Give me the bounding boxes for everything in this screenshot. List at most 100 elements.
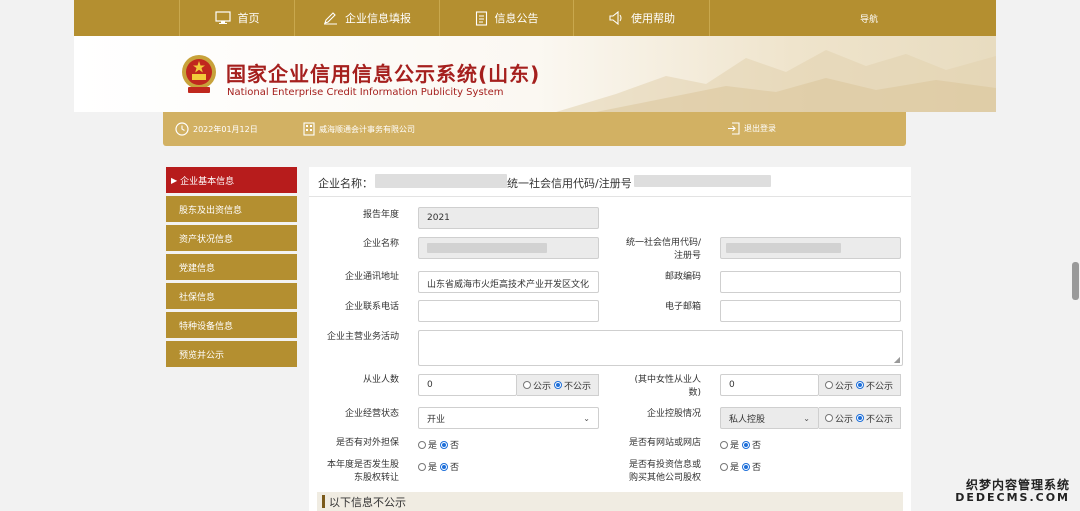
female-employees-label: (其中女性从业人 数) [609,374,701,400]
yes-radio[interactable] [418,440,426,449]
logout-icon [728,122,740,135]
yes-radio[interactable] [720,462,728,471]
not-public-radio[interactable] [554,381,563,389]
yes-radio[interactable] [720,440,728,449]
top-nav: 首页 企业信息填报 信息公告 使用帮助 导航 [74,0,996,36]
nav-announcement-label: 信息公告 [494,12,539,25]
yes-radio-label: 是 [428,441,438,451]
sidebar-item-label: 预览并公示 [179,350,225,361]
female-employees-input[interactable]: 0 [720,374,819,396]
logout-link[interactable]: 退出登录 [727,122,776,135]
public-radio[interactable] [523,381,531,389]
nav-help[interactable]: 使用帮助 [574,0,710,36]
postcode-input[interactable] [720,271,901,293]
sidebar-item-basic-info[interactable]: ▶ 企业基本信息 [166,167,297,193]
nav-home-label: 首页 [237,12,260,25]
user-info-bar: 2022年01月12日 威海顺通会计事务有限公司 退出登录 [163,112,906,146]
public-radio-label: 公示 [533,381,552,392]
not-public-radio[interactable] [856,381,865,389]
no-radio[interactable] [742,440,751,449]
no-radio[interactable] [440,462,449,471]
redacted-credit-code [634,175,771,187]
monitor-icon [214,11,231,24]
section-not-public: 以下信息不公示 [317,492,903,511]
sidebar-item-social-security[interactable]: 社保信息 [166,283,297,309]
no-radio[interactable] [440,440,449,449]
sidebar-item-preview-publish[interactable]: 预览并公示 [166,341,297,367]
resize-grip-icon[interactable]: ◢ [894,355,900,364]
yes-radio[interactable] [418,462,426,471]
not-public-radio[interactable] [856,414,865,422]
business-textarea[interactable]: ◢ [418,330,903,366]
company-name-heading: 企业名称： [318,177,373,190]
company-header: 企业名称： 统一社会信用代码/注册号 [309,167,911,197]
equity-transfer-label-line2: 东股权转让 [353,473,399,483]
website-radios: 是 否 [720,438,763,451]
status-select[interactable]: 开业 ⌄ [418,407,599,429]
speaker-icon [609,11,622,25]
sidebar-item-assets[interactable]: 资产状况信息 [166,225,297,251]
document-icon [475,10,487,26]
credit-code-heading: 统一社会信用代码/注册号 [507,177,632,190]
nav-guide[interactable]: 导航 [710,0,996,36]
public-radio-label: 公示 [835,381,854,392]
yes-radio-label: 是 [730,463,740,473]
chevron-down-icon: ⌄ [803,413,810,423]
page-scrollbar[interactable] [1072,262,1079,300]
email-input[interactable] [720,300,901,322]
not-public-radio-label: 不公示 [564,381,592,392]
national-emblem-logo [182,55,216,93]
credit-code-field [720,237,901,259]
sidebar-menu: ▶ 企业基本信息 股东及出资信息 资产状况信息 党建信息 社保信息 特种设备信息 … [166,167,297,370]
sidebar-item-label: 股东及出资信息 [179,205,243,216]
report-year-label: 报告年度 [362,210,399,220]
nav-enterprise-report[interactable]: 企业信息填报 [295,0,440,36]
investment-label-line2: 购买其他公司股权 [628,473,701,483]
investment-radios: 是 否 [720,460,763,473]
company-display: 威海顺通会计事务有限公司 [303,122,415,136]
credit-code-label: 统一社会信用代码/注册号 [609,237,701,263]
pen-icon [324,12,337,25]
holding-select[interactable]: 私人控股 ⌄ [720,407,819,429]
nav-guide-label: 导航 [859,14,878,25]
yes-radio-label: 是 [428,463,438,473]
female-employees-label-line1: (其中女性从业人 [634,375,701,385]
public-radio[interactable] [825,381,833,389]
public-radio-label: 公示 [835,414,854,425]
main-form-panel: 企业名称： 统一社会信用代码/注册号 报告年度 2021 企业名称 统一社会信用… [309,167,911,511]
nav-home[interactable]: 首页 [180,0,295,36]
equity-transfer-radios: 是 否 [418,460,461,473]
website-label: 是否有网站或网店 [628,438,701,448]
report-year-field: 2021 [418,207,599,229]
employees-input[interactable]: 0 [418,374,517,396]
sidebar-item-label: 资产状况信息 [179,234,234,245]
sidebar-item-label: 特种设备信息 [179,321,234,332]
credit-code-label-line2: 注册号 [673,251,701,261]
phone-input[interactable] [418,300,599,322]
redacted-value [427,243,547,253]
address-input[interactable]: 山东省威海市火炬高技术产业开发区文化 [418,271,599,293]
sidebar-item-party[interactable]: 党建信息 [166,254,297,280]
date-text: 2022年01月12日 [193,124,258,134]
nav-announcement[interactable]: 信息公告 [440,0,574,36]
triangle-right-icon: ▶ [171,175,178,185]
investment-label: 是否有投资信息或 购买其他公司股权 [609,459,701,485]
no-radio-label: 否 [752,441,762,451]
guarantee-radios: 是 否 [418,438,461,451]
no-radio[interactable] [742,462,751,471]
public-radio[interactable] [825,414,833,422]
sidebar-item-special-equipment[interactable]: 特种设备信息 [166,312,297,338]
site-title: 国家企业信用信息公示系统(山东) [226,62,541,86]
address-label: 企业通讯地址 [344,272,399,282]
company-text: 威海顺通会计事务有限公司 [319,124,415,134]
status-label: 企业经营状态 [344,409,399,419]
business-label: 企业主营业务活动 [326,332,399,342]
not-public-radio-label: 不公示 [866,414,894,425]
holding-publicity-radios: 公示 不公示 [819,407,901,429]
not-public-radio-label: 不公示 [866,381,894,392]
date-display: 2022年01月12日 [175,122,258,136]
guarantee-label: 是否有对外担保 [335,438,399,448]
sidebar-item-shareholders[interactable]: 股东及出资信息 [166,196,297,222]
phone-label: 企业联系电话 [344,302,399,312]
investment-label-line1: 是否有投资信息或 [628,460,701,470]
